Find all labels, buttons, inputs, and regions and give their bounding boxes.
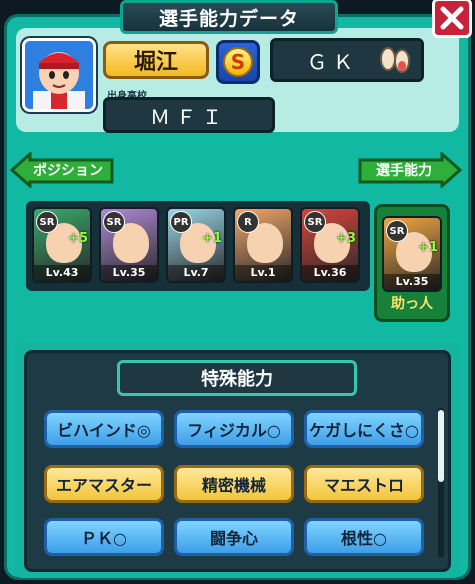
position-value: ＧＫ bbox=[307, 49, 359, 74]
event-card[interactable]: R Lv.1 bbox=[233, 207, 293, 283]
close-icon bbox=[440, 6, 464, 30]
card-rarity: SR bbox=[36, 211, 58, 233]
player-avatar bbox=[22, 38, 96, 112]
event-card[interactable]: PR +1 Lv.7 bbox=[166, 207, 226, 283]
ability-label: ＰＫ○ bbox=[81, 529, 127, 548]
card-rarity: SR bbox=[103, 211, 125, 233]
event-card[interactable]: SR Lv.35 bbox=[99, 207, 159, 283]
helper-card: SR +1 Lv.35 bbox=[382, 216, 442, 292]
helper-label: 助っ人 bbox=[391, 296, 433, 312]
card-rarity: R bbox=[237, 211, 259, 233]
position-display: ＧＫ bbox=[270, 38, 424, 82]
card-level: Lv.43 bbox=[34, 265, 90, 281]
rank-value: S bbox=[223, 47, 253, 77]
card-plus: +5 bbox=[68, 231, 88, 246]
card-rarity: SR bbox=[304, 211, 326, 233]
ability-label: 根性○ bbox=[341, 529, 387, 548]
ability-button[interactable]: ビハインド◎ bbox=[44, 410, 164, 448]
rank-badge: S bbox=[216, 40, 260, 84]
ability-button[interactable]: 闘争心 bbox=[174, 518, 294, 556]
school-name: ＭＦＩ bbox=[103, 97, 275, 133]
ability-tab-label: 選手能力 bbox=[376, 163, 432, 179]
abilities-scroll-thumb[interactable] bbox=[438, 410, 444, 482]
card-plus: +1 bbox=[202, 231, 222, 246]
ability-button[interactable]: エアマスター bbox=[44, 465, 164, 503]
helper-card-rarity: SR bbox=[386, 220, 408, 242]
ability-label: 精密機械 bbox=[201, 476, 266, 495]
player-name: 堀江 bbox=[103, 41, 209, 79]
ability-label: フィジカル○ bbox=[187, 421, 281, 440]
card-level: Lv.7 bbox=[168, 265, 224, 281]
ability-label: 闘争心 bbox=[209, 529, 258, 548]
card-rarity: PR bbox=[170, 211, 192, 233]
ability-label: エアマスター bbox=[55, 476, 152, 495]
helper-card-level: Lv.35 bbox=[384, 274, 440, 290]
card-plus: +3 bbox=[336, 231, 356, 246]
ability-label: ケガしにくさ○ bbox=[309, 421, 419, 440]
close-button[interactable] bbox=[432, 0, 472, 38]
ability-button[interactable]: ＰＫ○ bbox=[44, 518, 164, 556]
ability-button[interactable]: ケガしにくさ○ bbox=[304, 410, 424, 448]
position-tab-button[interactable]: ポジション bbox=[10, 152, 114, 188]
abilities-title: 特殊能力 bbox=[117, 360, 357, 396]
ability-label: マエストロ bbox=[323, 476, 404, 495]
ability-button[interactable]: マエストロ bbox=[304, 465, 424, 503]
card-level: Lv.36 bbox=[302, 265, 358, 281]
ability-button[interactable]: 精密機械 bbox=[174, 465, 294, 503]
event-card[interactable]: SR +5 Lv.43 bbox=[32, 207, 92, 283]
ability-button[interactable]: 根性○ bbox=[304, 518, 424, 556]
card-level: Lv.1 bbox=[235, 265, 291, 281]
footprints-icon bbox=[380, 47, 410, 73]
position-tab-label: ポジション bbox=[33, 163, 103, 179]
helper-card-slot[interactable]: SR +1 Lv.35 助っ人 bbox=[374, 204, 450, 322]
helper-card-plus: +1 bbox=[418, 240, 438, 255]
ability-label: ビハインド◎ bbox=[57, 421, 151, 440]
dialog-title: 選手能力データ bbox=[120, 0, 338, 34]
event-card[interactable]: SR +3 Lv.36 bbox=[300, 207, 360, 283]
ability-tab-button[interactable]: 選手能力 bbox=[358, 152, 462, 188]
card-level: Lv.35 bbox=[101, 265, 157, 281]
ability-button[interactable]: フィジカル○ bbox=[174, 410, 294, 448]
